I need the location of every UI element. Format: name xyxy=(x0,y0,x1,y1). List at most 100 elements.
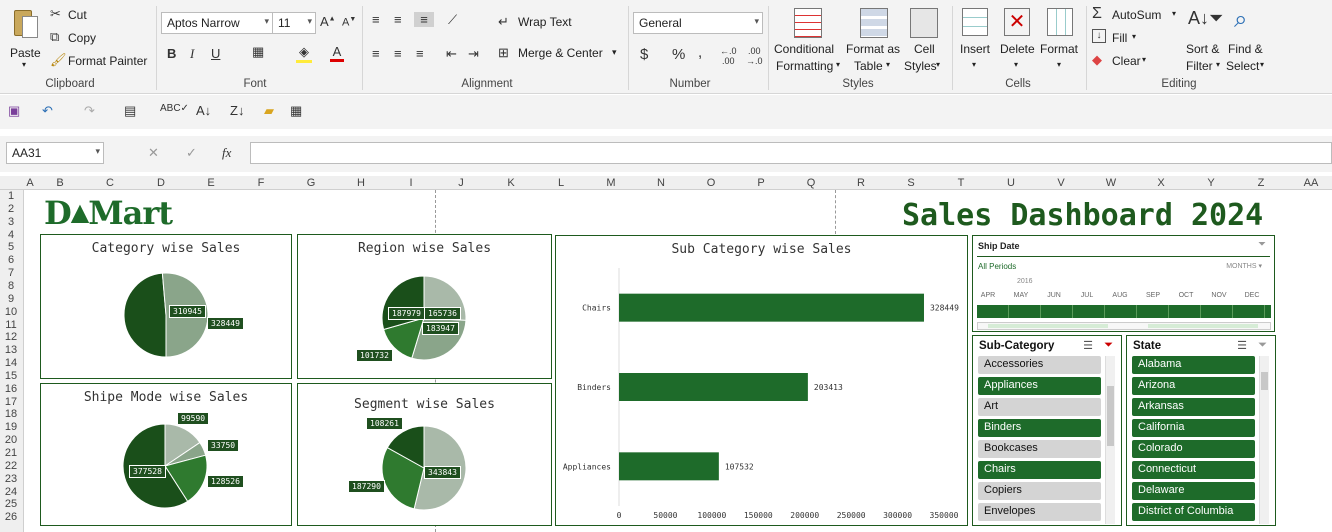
font-size-select[interactable]: 11 ▾ xyxy=(272,12,316,34)
segment-chart-panel[interactable]: Segment wise Sales 108261 187290 343843 xyxy=(297,383,552,526)
border-icon[interactable]: ▦ xyxy=(252,44,264,60)
row-header[interactable]: 18 xyxy=(0,408,22,420)
insert-button[interactable]: Insert ▾ xyxy=(956,6,996,76)
row-header[interactable]: 13 xyxy=(0,344,22,356)
slicer-item[interactable]: Accessories xyxy=(978,356,1101,374)
sort-descending-icon[interactable]: Z↓ xyxy=(230,103,244,118)
slicer-item[interactable]: Binders xyxy=(978,419,1101,437)
font-name-select[interactable]: Aptos Narrow ▾ xyxy=(161,12,273,34)
decrease-font-icon[interactable]: A▼ xyxy=(342,16,356,29)
column-header[interactable]: H xyxy=(351,177,371,189)
row-header[interactable]: 10 xyxy=(0,306,22,318)
slicer-item[interactable]: Copiers xyxy=(978,482,1101,500)
slicer-item[interactable]: Arizona xyxy=(1132,377,1255,395)
column-header[interactable]: B xyxy=(50,177,70,189)
wrap-text-button[interactable]: ↵ Wrap Text xyxy=(498,14,578,32)
slicer-item[interactable]: Alabama xyxy=(1132,356,1255,374)
column-header[interactable]: T xyxy=(951,177,971,189)
timeline-month[interactable]: APR xyxy=(973,292,1003,299)
cell-styles-button[interactable]: Cell Styles ▾ xyxy=(904,6,950,76)
row-header[interactable]: 3 xyxy=(0,216,22,228)
underline-button[interactable]: U xyxy=(211,46,220,61)
row-header[interactable]: 26 xyxy=(0,511,22,523)
row-header[interactable]: 22 xyxy=(0,460,22,472)
clear-filter-icon[interactable]: ⏷ xyxy=(1258,239,1266,250)
column-header[interactable]: E xyxy=(201,177,221,189)
italic-button[interactable]: I xyxy=(190,46,194,62)
find-select-button[interactable]: ⌕ Find & Select ▾ xyxy=(1226,6,1270,76)
increase-decimal-icon[interactable]: ←.0.00 xyxy=(720,46,737,66)
clear-button[interactable]: ◆ Clear ▾ xyxy=(1092,52,1152,70)
name-box[interactable]: AA31 ▾ xyxy=(6,142,104,164)
row-header[interactable]: 11 xyxy=(0,319,22,331)
row-header[interactable]: 4 xyxy=(0,229,22,241)
row-header[interactable]: 6 xyxy=(0,254,22,266)
ship-date-timeline[interactable]: Ship Date ⏷ All Periods MONTHS ▾ 2016 AP… xyxy=(972,235,1275,332)
increase-font-icon[interactable]: A▲ xyxy=(320,14,336,29)
column-header[interactable]: K xyxy=(501,177,521,189)
format-painter-button[interactable]: 🖌 Format Painter xyxy=(50,52,150,70)
column-header[interactable]: Q xyxy=(801,177,821,189)
region-chart-panel[interactable]: Region wise Sales 187979 165736 183947 1… xyxy=(297,234,552,379)
row-header[interactable]: 25 xyxy=(0,498,22,510)
row-header[interactable]: 12 xyxy=(0,331,22,343)
align-middle-icon[interactable]: ≡ xyxy=(394,12,402,27)
timeline-month[interactable]: JUN xyxy=(1039,292,1069,299)
column-header[interactable]: AA xyxy=(1301,177,1321,189)
align-left-icon[interactable]: ≡ xyxy=(372,46,380,61)
column-header[interactable]: G xyxy=(301,177,321,189)
category-chart-panel[interactable]: Category wise Sales 310945 328449 xyxy=(40,234,292,379)
slicer-item[interactable]: Delaware xyxy=(1132,482,1255,500)
column-header[interactable]: R xyxy=(851,177,871,189)
slicer-item[interactable]: Bookcases xyxy=(978,440,1101,458)
timeline-month[interactable]: OCT xyxy=(1171,292,1201,299)
row-header[interactable]: 8 xyxy=(0,280,22,292)
column-header[interactable]: O xyxy=(701,177,721,189)
column-header[interactable]: P xyxy=(751,177,771,189)
slicer-item[interactable]: Colorado xyxy=(1132,440,1255,458)
slicer-item[interactable]: Art xyxy=(978,398,1101,416)
pie-slice[interactable] xyxy=(123,272,167,358)
timeline-month[interactable]: AUG xyxy=(1105,292,1135,299)
percent-button[interactable]: % xyxy=(672,46,685,63)
font-color-icon[interactable]: A xyxy=(330,44,344,62)
row-header[interactable]: 24 xyxy=(0,486,22,498)
bar[interactable] xyxy=(619,373,808,401)
column-header[interactable]: I xyxy=(401,177,421,189)
column-header[interactable]: W xyxy=(1101,177,1121,189)
slicer-item[interactable]: Arkansas xyxy=(1132,398,1255,416)
slicer-item[interactable]: Envelopes xyxy=(978,503,1101,521)
column-header[interactable]: Y xyxy=(1201,177,1221,189)
scrollbar[interactable] xyxy=(1259,356,1269,524)
currency-button[interactable]: $ xyxy=(640,46,648,63)
align-top-icon[interactable]: ≡ xyxy=(372,12,380,27)
column-header[interactable]: L xyxy=(551,177,571,189)
bold-button[interactable]: B xyxy=(167,46,176,61)
table-view-icon[interactable]: ▦ xyxy=(290,103,302,119)
column-header[interactable]: A xyxy=(20,177,40,189)
number-format-select[interactable]: General ▾ xyxy=(633,12,763,34)
comma-button[interactable]: , xyxy=(698,44,702,61)
row-header[interactable]: 15 xyxy=(0,370,22,382)
column-header[interactable]: N xyxy=(651,177,671,189)
save-icon[interactable]: ▣ xyxy=(8,103,20,119)
subcategory-slicer[interactable]: Sub-Category ☰ ⏷ Accessories Appliances Ar… xyxy=(972,335,1122,526)
column-header[interactable]: X xyxy=(1151,177,1171,189)
timeline-month[interactable]: JUL xyxy=(1072,292,1102,299)
clear-filter-icon[interactable]: ⏷ xyxy=(1104,339,1113,352)
row-header[interactable]: 21 xyxy=(0,447,22,459)
state-slicer[interactable]: State ☰ ⏷ Alabama Arizona Arkansas Californ… xyxy=(1126,335,1276,526)
increase-indent-icon[interactable]: ⇥ xyxy=(468,46,479,62)
timeline-unit-select[interactable]: MONTHS ▾ xyxy=(1226,262,1262,270)
merge-center-button[interactable]: ⊞ Merge & Center ▾ xyxy=(498,45,622,63)
column-header[interactable]: M xyxy=(601,177,621,189)
column-header[interactable]: V xyxy=(1051,177,1071,189)
fill-button[interactable]: ↓ Fill ▾ xyxy=(1092,29,1152,47)
function-button[interactable]: fx xyxy=(222,145,231,161)
slicer-item[interactable]: District of Columbia xyxy=(1132,503,1255,521)
format-as-table-button[interactable]: Format as Table ▾ xyxy=(846,6,904,76)
sort-filter-button[interactable]: A↓⏷ Sort & Filter ▾ xyxy=(1184,6,1224,76)
row-header[interactable]: 17 xyxy=(0,396,22,408)
decrease-indent-icon[interactable]: ⇤ xyxy=(446,46,457,62)
sort-ascending-icon[interactable]: A↓ xyxy=(196,103,211,118)
